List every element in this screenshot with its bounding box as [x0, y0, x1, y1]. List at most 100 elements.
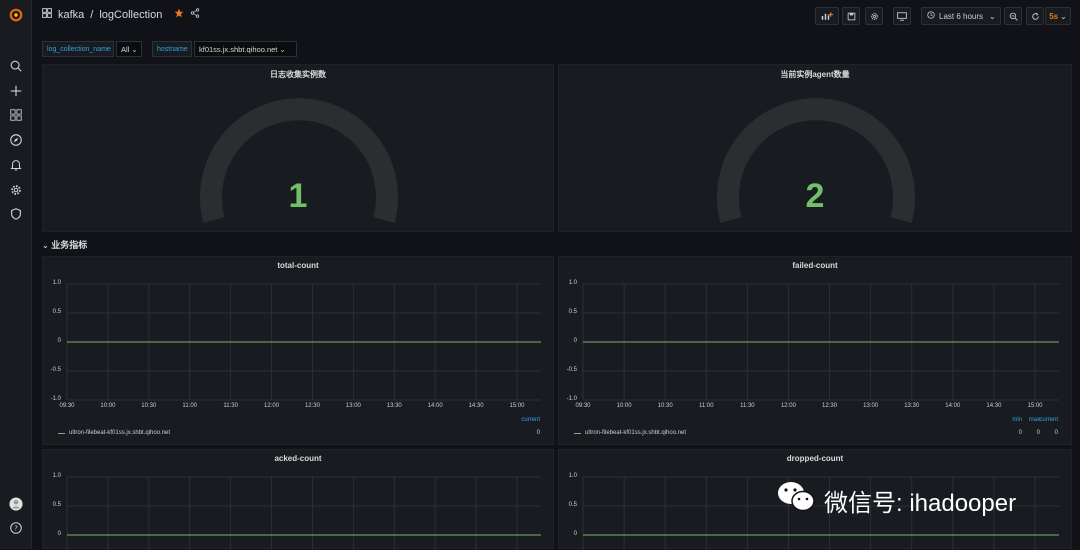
- y-axis-tick: 0: [573, 338, 577, 344]
- dashboards-icon[interactable]: [8, 107, 24, 123]
- variable-label-hostname: hostname: [152, 41, 192, 57]
- time-range-label: Last 6 hours: [939, 11, 984, 21]
- x-axis-tick: 13:00: [863, 403, 879, 409]
- x-axis-tick: 10:00: [100, 403, 116, 409]
- y-axis-tick: -0.5: [566, 367, 577, 373]
- refresh-button[interactable]: [1026, 7, 1044, 25]
- variable-select-log-collection-name[interactable]: All ⌄: [116, 41, 142, 57]
- legend-series-name[interactable]: ultron-filebeat-kf01ss.jx.shbt.qihoo.net: [69, 430, 170, 436]
- refresh-interval-label: 5s: [1049, 11, 1059, 21]
- legend-value: 0: [1018, 430, 1022, 436]
- legend-series-name[interactable]: ultron-filebeat-kf01ss.jx.shbt.qihoo.net: [585, 430, 686, 436]
- legend-value: 0: [536, 430, 540, 436]
- x-axis-tick: 12:00: [264, 403, 280, 409]
- row-header-business-metrics[interactable]: ⌄ 业务指标: [42, 238, 87, 251]
- plus-icon[interactable]: [8, 83, 24, 99]
- graph-panel-acked-count: acked-count 1.0 0.5 0: [42, 449, 555, 550]
- chevron-down-icon: ⌄: [1060, 11, 1067, 21]
- shield-icon[interactable]: [8, 206, 24, 222]
- gauge-value: 1: [288, 177, 308, 215]
- chevron-down-icon: ⌄: [989, 11, 996, 21]
- y-axis-tick: 0: [573, 531, 577, 537]
- variable-value: kf01ss.jx.shbt.qihoo.net: [199, 44, 278, 54]
- help-icon[interactable]: ?: [8, 520, 24, 536]
- variable-select-hostname[interactable]: kf01ss.jx.shbt.qihoo.net ⌄: [194, 41, 297, 57]
- breadcrumb: kafka / logCollection: [42, 8, 200, 21]
- breadcrumb-separator: /: [90, 8, 94, 21]
- gauge-panel-agent-count: 当前实例agent数量 2: [558, 64, 1072, 232]
- graph-panel-failed-count: failed-count 1.0 0.5 0 -0.5 -1.0 09:30 10:00 10:…: [558, 256, 1072, 445]
- y-axis-tick: -1.0: [50, 396, 61, 402]
- search-icon[interactable]: [8, 58, 24, 74]
- gauge-panel-instance-count: 日志收集实例数 1: [42, 64, 554, 232]
- watermark-text: 微信号: ihadooper: [824, 490, 1017, 517]
- variable-value: All: [121, 44, 130, 54]
- legend-value: 0: [1054, 430, 1058, 436]
- x-axis-tick: 12:30: [822, 403, 838, 409]
- x-axis-tick: 10:00: [616, 403, 632, 409]
- x-axis-tick: 14:30: [986, 403, 1002, 409]
- legend-series-swatch: [574, 433, 581, 434]
- save-dashboard-button[interactable]: [842, 7, 860, 25]
- gauge-value: 2: [805, 177, 825, 215]
- x-axis-tick: 09:30: [575, 403, 591, 409]
- x-axis-tick: 11:00: [698, 403, 714, 409]
- x-axis-tick: 12:30: [304, 403, 320, 409]
- add-panel-button[interactable]: [815, 7, 839, 25]
- legend-column-header[interactable]: current: [1039, 417, 1058, 423]
- graph-plot-area[interactable]: [43, 450, 555, 550]
- breadcrumb-folder[interactable]: kafka: [58, 9, 84, 21]
- panel-title[interactable]: 日志收集实例数: [43, 69, 553, 80]
- graph-plot-area[interactable]: [43, 257, 555, 446]
- legend-value: 0: [1036, 430, 1040, 436]
- grafana-logo-icon[interactable]: [8, 7, 24, 23]
- dashboard-title[interactable]: logCollection: [99, 9, 162, 21]
- zoom-out-button[interactable]: [1004, 7, 1022, 25]
- chevron-down-icon: ⌄: [279, 44, 286, 54]
- dashboard-grid-icon: [42, 8, 52, 21]
- y-axis-tick: 0: [57, 531, 61, 537]
- x-axis-tick: 13:00: [345, 403, 361, 409]
- svg-text:?: ?: [14, 525, 18, 533]
- x-axis-tick: 11:30: [740, 403, 755, 409]
- graph-panel-total-count: total-count 1.0 0.5 0 -0.5 -1.0 09:30 10:00 10:3…: [42, 256, 554, 445]
- share-icon[interactable]: [190, 8, 200, 21]
- explore-compass-icon[interactable]: [8, 132, 24, 148]
- time-range-picker[interactable]: Last 6 hours ⌄: [921, 7, 1001, 25]
- x-axis-tick: 11:30: [223, 403, 238, 409]
- legend-column-header[interactable]: current: [521, 417, 540, 423]
- x-axis-tick: 15:00: [1027, 403, 1043, 409]
- avatar[interactable]: [8, 496, 24, 512]
- refresh-interval-picker[interactable]: 5s ⌄: [1045, 7, 1071, 25]
- y-axis-tick: 0.5: [568, 309, 577, 315]
- x-axis-tick: 14:00: [427, 403, 443, 409]
- chevron-down-icon: ⌄: [42, 241, 49, 250]
- x-axis-tick: 10:30: [141, 403, 157, 409]
- panel-title[interactable]: 当前实例agent数量: [559, 69, 1071, 80]
- alerting-bell-icon[interactable]: [8, 157, 24, 173]
- x-axis-tick: 13:30: [386, 403, 402, 409]
- y-axis-tick: 0.5: [52, 502, 61, 508]
- y-axis-tick: 0: [57, 338, 61, 344]
- y-axis-tick: 1.0: [52, 473, 61, 479]
- configuration-gear-icon[interactable]: [8, 182, 24, 198]
- dashboard-settings-button[interactable]: [865, 7, 883, 25]
- legend-column-header[interactable]: max: [1029, 417, 1040, 423]
- legend-column-header[interactable]: min: [1012, 417, 1022, 423]
- tv-mode-button[interactable]: [893, 7, 911, 25]
- graph-plot-area[interactable]: [559, 257, 1073, 446]
- x-axis-tick: 09:30: [59, 403, 75, 409]
- top-bar: kafka / logCollection Last 6 hours ⌄ 5s …: [32, 0, 1080, 32]
- wechat-logo-icon: [776, 480, 816, 521]
- clock-icon: [927, 11, 935, 21]
- x-axis-tick: 11:00: [182, 403, 198, 409]
- x-axis-tick: 14:30: [468, 403, 484, 409]
- y-axis-tick: 1.0: [52, 280, 61, 286]
- x-axis-tick: 14:00: [945, 403, 961, 409]
- y-axis-tick: 0.5: [52, 309, 61, 315]
- y-axis-tick: -1.0: [566, 396, 577, 402]
- chevron-down-icon: ⌄: [131, 44, 138, 54]
- y-axis-tick: 1.0: [568, 473, 577, 479]
- x-axis-tick: 13:30: [904, 403, 920, 409]
- star-icon[interactable]: [174, 8, 184, 21]
